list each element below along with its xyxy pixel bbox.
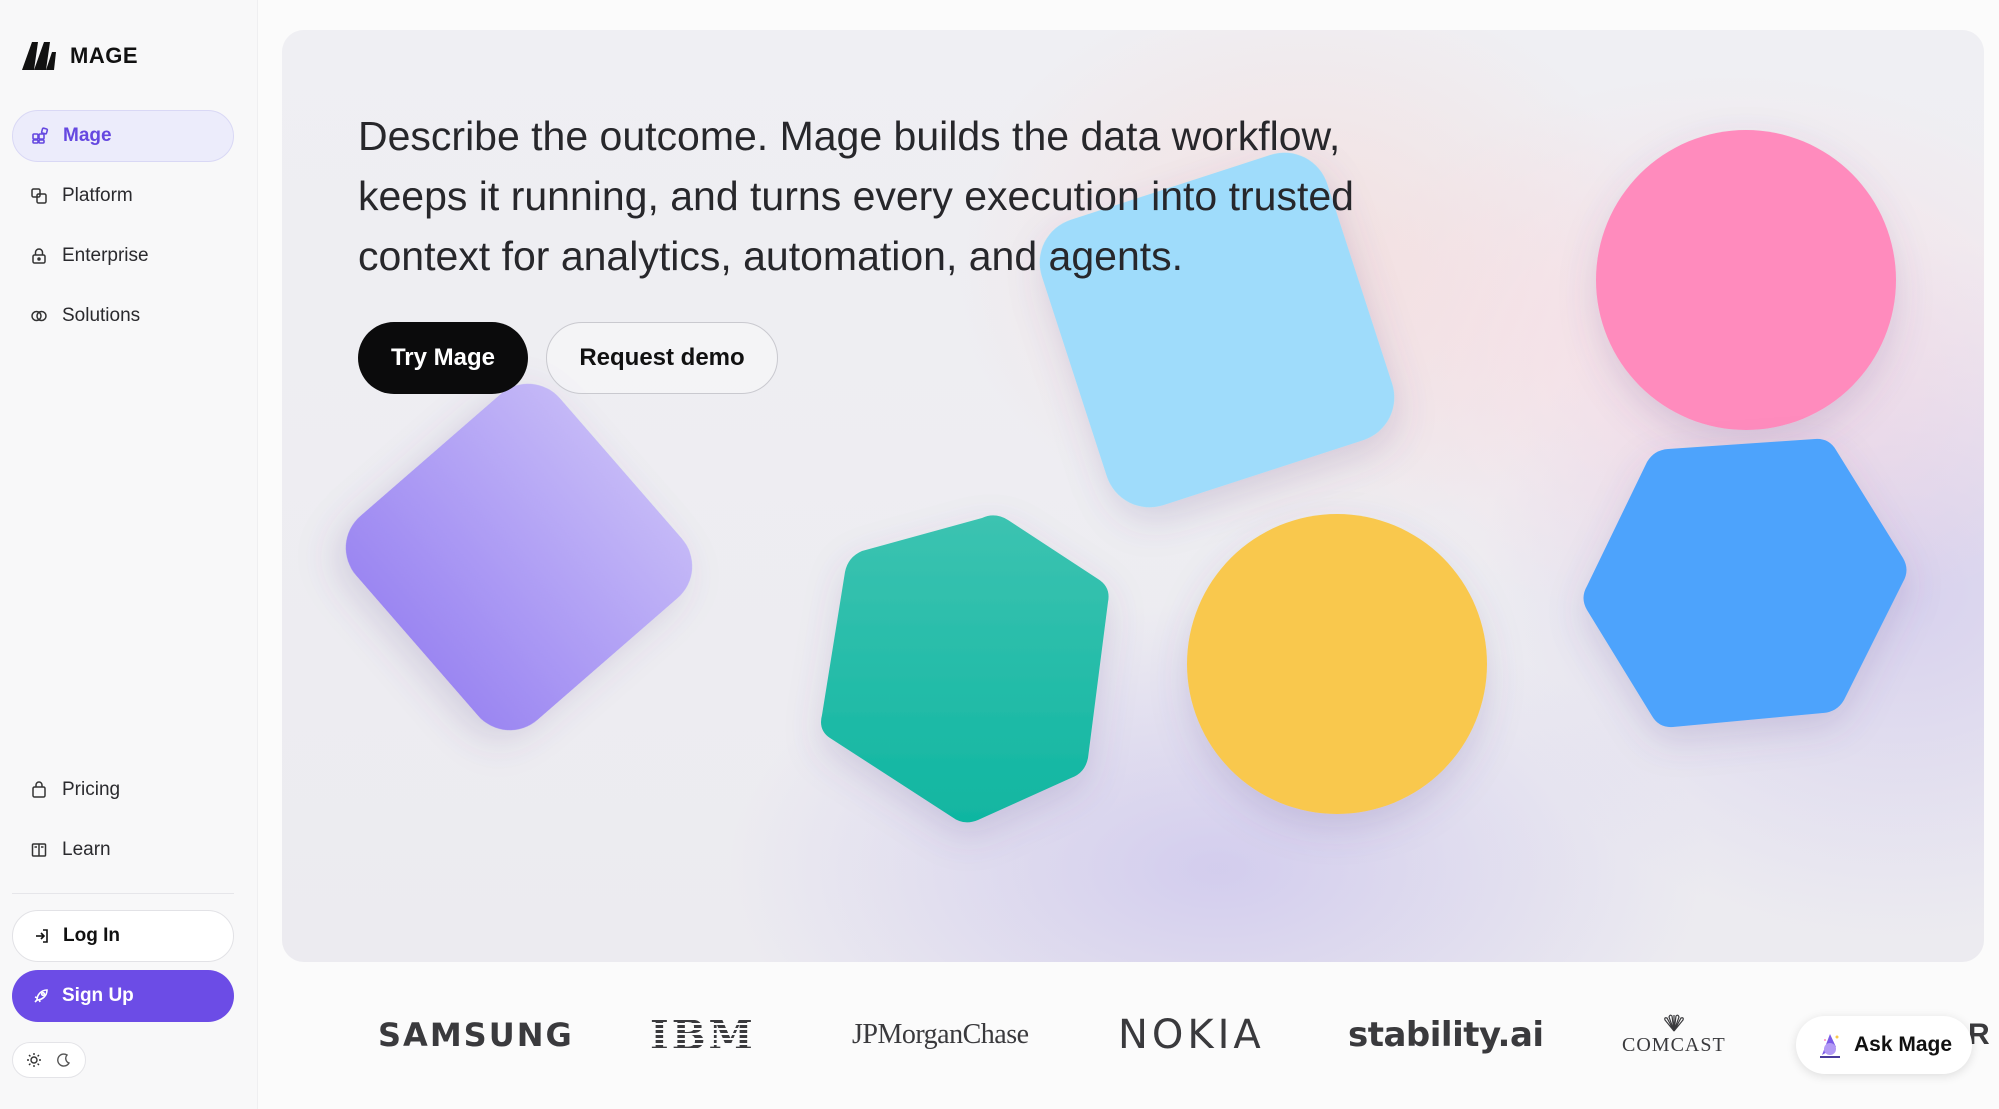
theme-toggle[interactable] [12,1042,86,1078]
sidebar-item-label: Solutions [62,305,141,326]
brand-logo[interactable]: MAGE [20,40,138,72]
purple-diamond-shape [345,383,693,731]
ibm-logo: IBM [650,980,756,1090]
try-mage-button[interactable]: Try Mage [358,322,528,394]
stability-ai-logo: stability.ai [1348,1015,1544,1055]
sidebar-item-label: Platform [62,185,133,206]
samsung-logo: SAMSUNG [378,1016,574,1054]
peacock-icon [1663,1014,1684,1031]
grid-icon [31,127,49,145]
blue-hexagon-shape [1583,438,1907,728]
sidebar-divider [12,893,234,894]
login-label: Log In [63,925,120,946]
login-button[interactable]: Log In [12,910,234,962]
nokia-logo: NOKIA [1118,1012,1265,1058]
signup-button[interactable]: Sign Up [12,970,234,1022]
jpmorganchase-logo: JPMorganChase [852,1019,1029,1050]
sun-icon[interactable] [23,1049,45,1071]
hero-section: Describe the outcome. Mage builds the da… [282,30,1984,962]
hero-headline: Describe the outcome. Mage builds the da… [358,113,1354,279]
comcast-wordmark: COMCAST [1622,1033,1726,1056]
ask-mage-label: Ask Mage [1854,1033,1953,1056]
moon-icon[interactable] [53,1049,75,1071]
login-icon [33,927,51,945]
link-rings-icon [30,307,48,325]
sidebar-item-enterprise[interactable]: Enterprise [12,230,234,282]
sidebar-item-solutions[interactable]: Solutions [12,290,234,342]
partial-logo: R [1968,1018,1990,1051]
sidebar-item-label: Enterprise [62,245,149,266]
lock-icon [30,247,48,265]
pink-circle-shape [1596,130,1896,430]
mage-logo-icon [22,42,56,70]
sidebar-item-pricing[interactable]: Pricing [12,764,234,816]
teal-hexagon-shape [821,515,1109,823]
signup-label: Sign Up [62,985,134,1006]
sidebar-item-learn[interactable]: Learn [12,824,234,876]
ask-mage-button[interactable]: Ask Mage [1796,1016,1972,1074]
wizard-icon [1820,1034,1840,1058]
sidebar: MAGE Mage Platform Enterprise Solutions … [0,0,258,1109]
tag-icon [30,781,48,799]
sidebar-item-mage[interactable]: Mage [12,110,234,162]
client-logo-row: SAMSUNG IBM JPMorganChase NOKIA stabilit… [282,980,1990,1090]
comcast-logo: COMCAST [1622,980,1726,1090]
rocket-icon [32,987,50,1005]
sidebar-item-platform[interactable]: Platform [12,170,234,222]
sidebar-item-label: Learn [62,839,111,860]
request-demo-button[interactable]: Request demo [546,322,778,394]
brand-name: MAGE [70,43,138,68]
sidebar-item-label: Pricing [62,779,121,800]
layers-icon [30,187,48,205]
sidebar-item-label: Mage [63,125,112,146]
yellow-circle-shape [1187,514,1487,814]
book-icon [30,841,48,859]
